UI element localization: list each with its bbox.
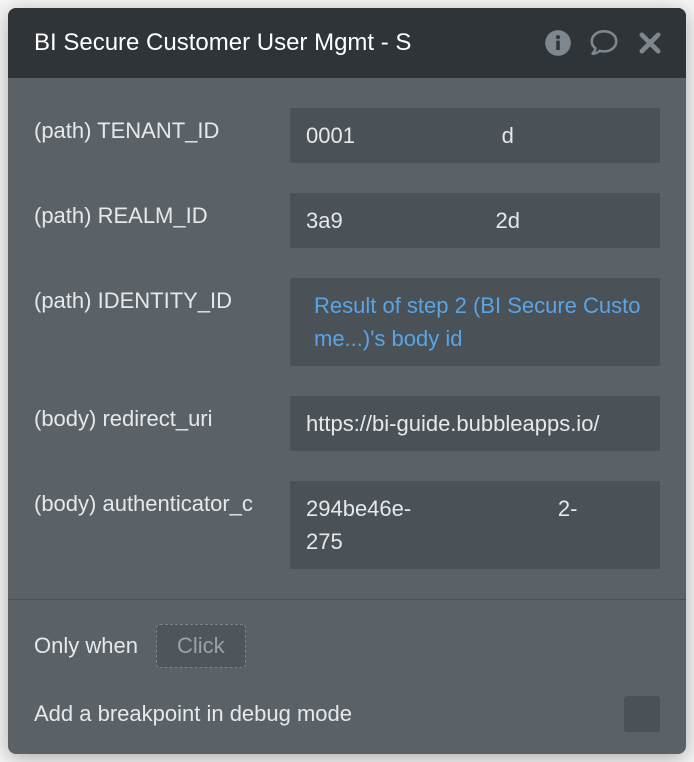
field-row: (path) IDENTITY_ID Result of step 2 (BI … [34, 278, 660, 366]
info-icon[interactable] [544, 29, 572, 57]
field-row: (body) redirect_uri https://bi-guide.bub… [34, 396, 660, 451]
panel-body: (path) TENANT_ID 0001 d (path) REALM_ID … [8, 78, 686, 754]
field-input-redirect-uri[interactable]: https://bi-guide.bubbleapps.io/ [290, 396, 660, 451]
field-label-realm-id: (path) REALM_ID [34, 193, 274, 229]
divider [8, 599, 686, 600]
comment-icon[interactable] [590, 29, 618, 57]
only-when-label: Only when [34, 633, 138, 659]
header-icons [544, 29, 664, 57]
field-row: (body) authenticator_c 294be46e- 2- 275 [34, 481, 660, 569]
field-input-tenant-id[interactable]: 0001 d [290, 108, 660, 163]
panel-title: BI Secure Customer User Mgmt - S [34, 29, 544, 57]
field-input-identity-id[interactable]: Result of step 2 (BI Secure Custome...)'… [290, 278, 660, 366]
panel-header: BI Secure Customer User Mgmt - S [8, 8, 686, 78]
field-input-realm-id[interactable]: 3a9 2d [290, 193, 660, 248]
field-label-tenant-id: (path) TENANT_ID [34, 108, 274, 144]
field-label-authenticator: (body) authenticator_c [34, 481, 274, 517]
close-icon[interactable] [636, 29, 664, 57]
breakpoint-row: Add a breakpoint in debug mode [34, 696, 660, 732]
field-row: (path) REALM_ID 3a9 2d [34, 193, 660, 248]
breakpoint-checkbox[interactable] [624, 696, 660, 732]
only-when-expression-box[interactable]: Click [156, 624, 246, 668]
field-input-authenticator[interactable]: 294be46e- 2- 275 [290, 481, 660, 569]
workflow-action-panel: BI Secure Customer User Mgmt - S (path) … [8, 8, 686, 754]
only-when-row: Only when Click [34, 624, 660, 668]
field-label-redirect-uri: (body) redirect_uri [34, 396, 274, 432]
breakpoint-label: Add a breakpoint in debug mode [34, 701, 352, 727]
field-row: (path) TENANT_ID 0001 d [34, 108, 660, 163]
field-label-identity-id: (path) IDENTITY_ID [34, 278, 274, 314]
